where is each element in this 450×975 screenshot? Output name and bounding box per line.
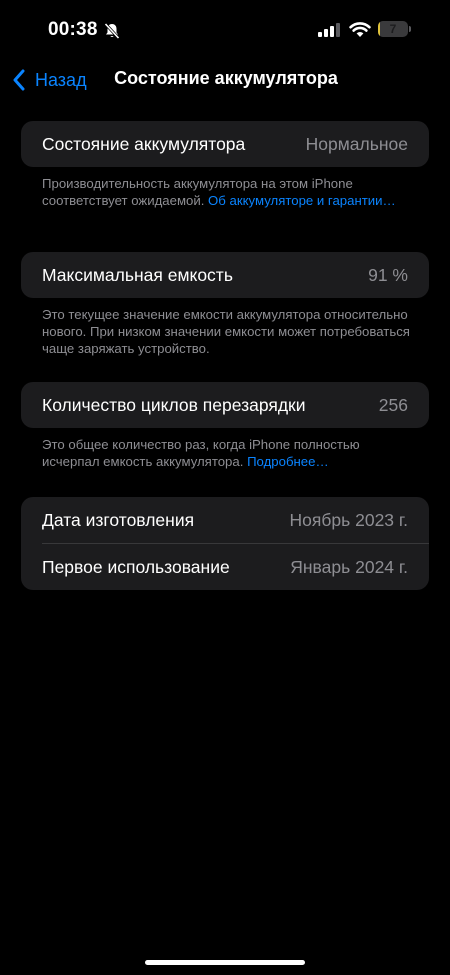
first-use-value: Январь 2024 г.: [290, 556, 408, 577]
first-use-label: Первое использование: [42, 556, 230, 577]
battery-state-footer: Производительность аккумулятора на этом …: [42, 175, 412, 209]
battery-warranty-link[interactable]: Об аккумуляторе и гарантии…: [208, 193, 396, 208]
max-capacity-label: Максимальная емкость: [42, 264, 233, 285]
cellular-signal-icon: [318, 23, 340, 37]
battery-tip: [409, 26, 411, 32]
learn-more-link[interactable]: Подробнее…: [247, 454, 329, 469]
max-capacity-footer: Это текущее значение емкости аккумулятор…: [42, 307, 410, 356]
bell-slash-icon: [104, 22, 120, 40]
dates-group: Дата изготовления Ноябрь 2023 г. Первое …: [21, 497, 429, 590]
page-title: Состояние аккумулятора: [114, 68, 338, 88]
wifi-icon: [349, 22, 371, 37]
max-capacity-value: 91 %: [368, 264, 408, 285]
battery-percent: 7: [389, 22, 397, 36]
status-time: 00:38: [48, 19, 98, 40]
manufacture-date-row: Дата изготовления Ноябрь 2023 г.: [21, 497, 429, 543]
cycle-count-label: Количество циклов перезарядки: [42, 394, 306, 415]
max-capacity-row: Максимальная емкость 91 %: [21, 252, 429, 298]
navigation-bar: Назад Состояние аккумулятора: [0, 62, 450, 98]
battery-state-value: Нормальное: [305, 133, 408, 154]
battery-icon: 7: [378, 21, 408, 37]
battery-state-group: Состояние аккумулятора Нормальное: [21, 121, 429, 167]
cycle-count-group: Количество циклов перезарядки 256: [21, 382, 429, 428]
battery-state-row: Состояние аккумулятора Нормальное: [21, 121, 429, 167]
manufacture-date-label: Дата изготовления: [42, 509, 195, 530]
first-use-row: Первое использование Январь 2024 г.: [21, 544, 429, 590]
home-indicator[interactable]: [145, 960, 305, 965]
manufacture-date-value: Ноябрь 2023 г.: [289, 509, 408, 530]
max-capacity-group: Максимальная емкость 91 %: [21, 252, 429, 298]
cycle-count-row: Количество циклов перезарядки 256: [21, 382, 429, 428]
cycle-count-value: 256: [378, 394, 408, 415]
cycle-count-footer: Это общее количество раз, когда iPhone п…: [42, 436, 412, 470]
status-bar: 00:38 7: [0, 0, 450, 58]
battery-state-label: Состояние аккумулятора: [42, 133, 246, 154]
